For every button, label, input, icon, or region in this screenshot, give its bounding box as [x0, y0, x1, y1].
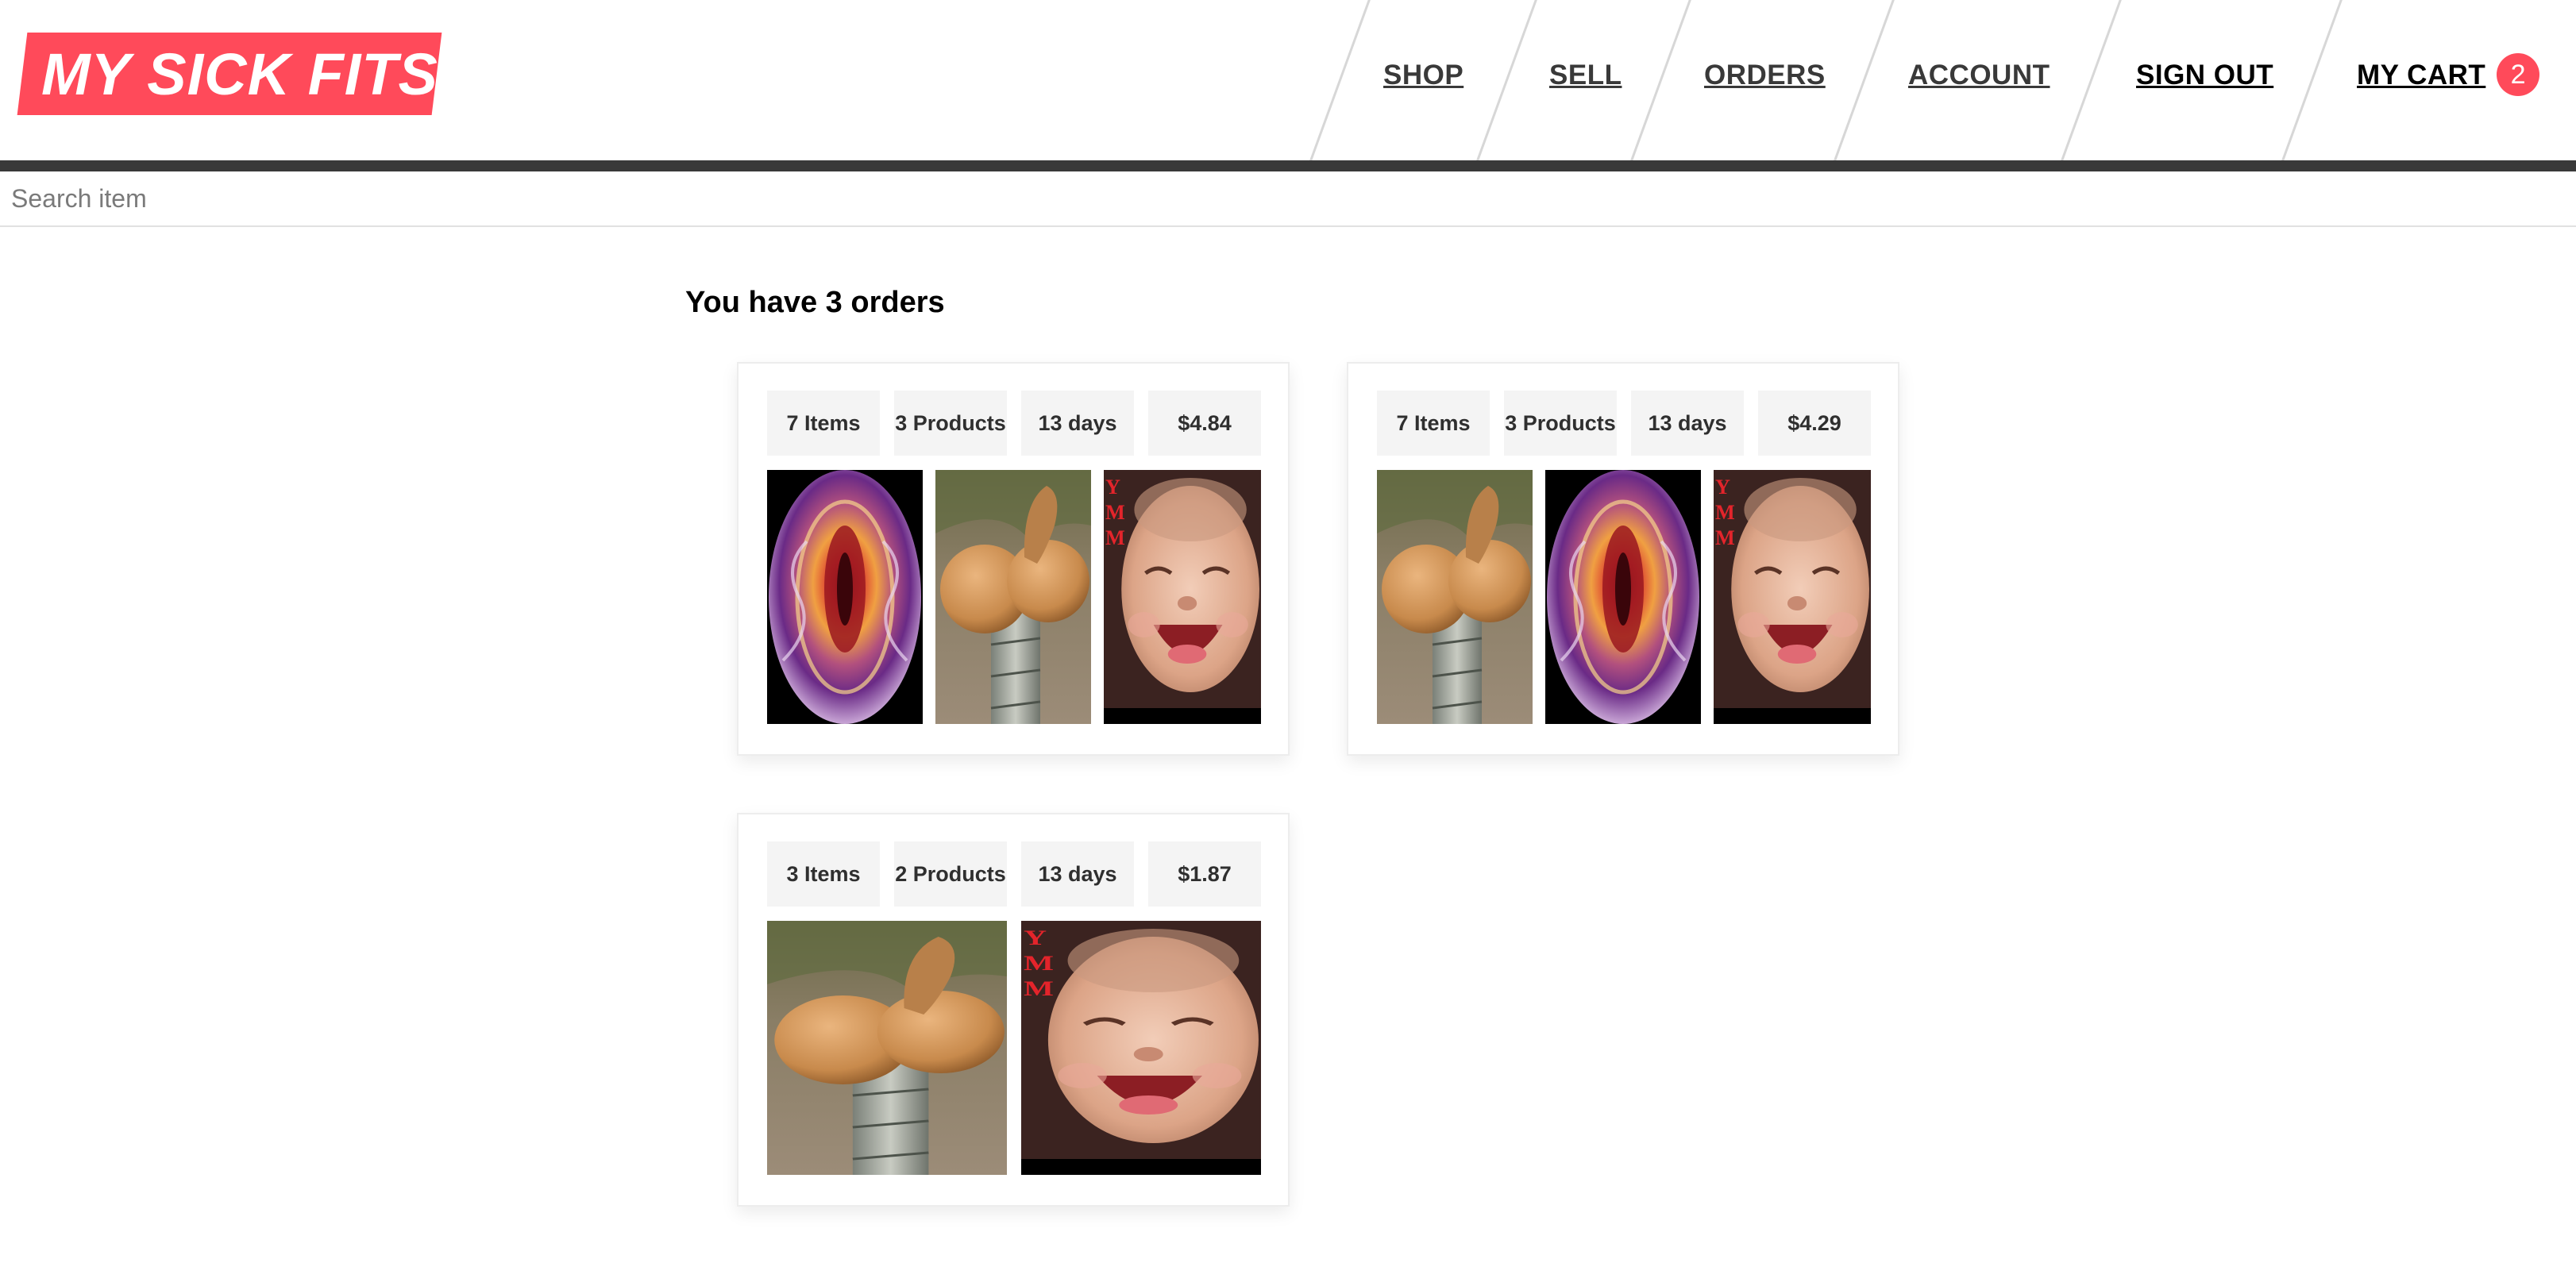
- order-card[interactable]: 7 Items 3 Products 13 days $4.29: [1347, 362, 1899, 756]
- nav-shop[interactable]: SHOP: [1383, 0, 1463, 160]
- nav-divider: [2060, 0, 2123, 164]
- laughing-baby-image: [1104, 470, 1261, 724]
- cart-label: MY CART: [2357, 60, 2486, 90]
- laughing-baby-image: [1714, 470, 1871, 724]
- gourd-tree-image: [767, 921, 1007, 1175]
- order-product-count: 3 Products: [1504, 391, 1617, 456]
- nav-account[interactable]: ACCOUNT: [1908, 0, 2050, 160]
- nav-divider: [1475, 0, 1538, 164]
- main-nav: SHOP SELL ORDERS ACCOUNT SIGN OUT MY CAR…: [0, 0, 2576, 164]
- search-input[interactable]: [0, 171, 2576, 227]
- nav-divider: [1833, 0, 1895, 164]
- order-product-count: 3 Products: [894, 391, 1007, 456]
- nav-divider: [1629, 0, 1692, 164]
- nav-sign-out[interactable]: SIGN OUT: [2136, 0, 2273, 160]
- nav-sell[interactable]: SELL: [1549, 0, 1622, 160]
- order-total: $1.87: [1148, 841, 1261, 907]
- cart-count-badge: 2: [2497, 52, 2540, 96]
- laughing-baby-image: [1021, 921, 1261, 1175]
- nav-divider: [1309, 0, 1371, 164]
- site-header: MY SICK FITS SHOP SELL ORDERS ACCOUNT SI…: [0, 0, 2576, 164]
- order-item-count: 3 Items: [767, 841, 880, 907]
- order-card[interactable]: 3 Items 2 Products 13 days $1.87: [737, 813, 1290, 1207]
- header-bar: [0, 160, 2576, 171]
- order-item-count: 7 Items: [767, 391, 880, 456]
- gourd-tree-image: [1377, 470, 1533, 724]
- order-item-count: 7 Items: [1377, 391, 1490, 456]
- order-card[interactable]: 7 Items 3 Products 13 days $4.84: [737, 362, 1290, 756]
- nav-divider: [2281, 0, 2343, 164]
- order-age: 13 days: [1021, 391, 1134, 456]
- order-total: $4.29: [1758, 391, 1871, 456]
- page-title: You have 3 orders: [685, 286, 945, 319]
- nav-orders[interactable]: ORDERS: [1704, 0, 1826, 160]
- abstract-orb-image: [767, 470, 923, 724]
- order-product-count: 2 Products: [894, 841, 1007, 907]
- order-age: 13 days: [1021, 841, 1134, 907]
- abstract-orb-image: [1545, 470, 1701, 724]
- order-total: $4.84: [1148, 391, 1261, 456]
- gourd-tree-image: [935, 470, 1091, 724]
- nav-my-cart[interactable]: MY CART 2: [2357, 0, 2540, 160]
- order-age: 13 days: [1631, 391, 1744, 456]
